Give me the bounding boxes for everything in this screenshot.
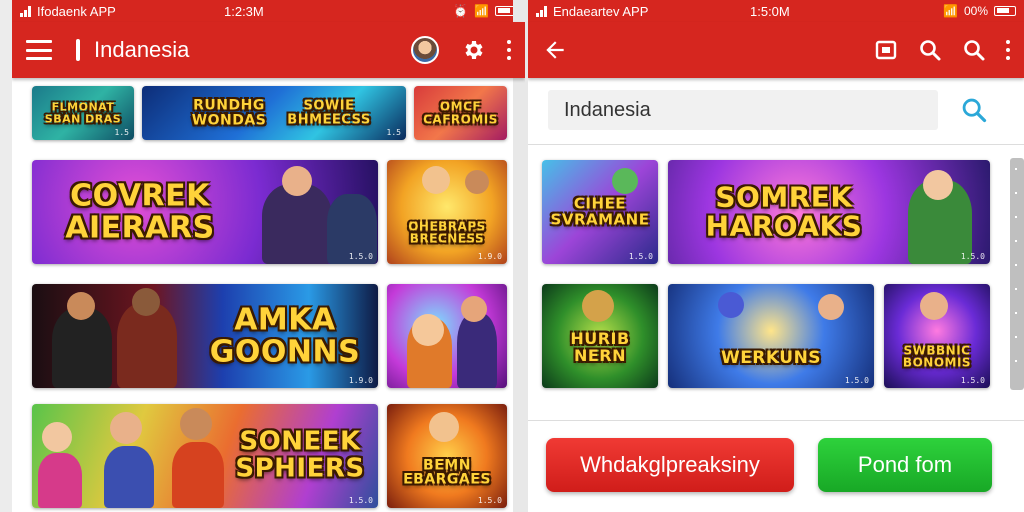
game-title: WERKUNS [720,347,822,368]
game-version: 1.5.0 [477,496,502,505]
game-tile[interactable]: BEMN EBARGAES 1.5.0 [387,404,507,508]
scrollbar[interactable] [1010,158,1024,390]
game-tile[interactable]: OHEBRAPS BRECNESS 1.9.0 [387,160,507,264]
battery-percent: 00% [963,4,988,18]
kebab-icon[interactable] [1006,40,1010,60]
divider [528,420,1024,421]
game-tile[interactable]: RUNDHG WONDAS SOWIE BHMEECSS 1.5 [142,86,406,140]
game-tile[interactable]: FLMONAT SBAN DRAS 1.5 [32,86,134,140]
game-tile[interactable]: WERKUNS 1.5.0 [668,284,874,388]
avatar[interactable] [411,36,439,64]
game-title: SONEEK SPHIERS [235,426,365,484]
status-bar: Endaeartev APP 1:5:0M 📶 00% [528,0,1024,22]
game-title: CIHEE SVRAMANE [550,194,650,228]
screen-icon[interactable] [874,38,898,62]
game-version: 1.5 [386,128,401,137]
app-title: Indanesia [94,37,190,62]
game-tile[interactable]: SONEEK SPHIERS 1.5.0 [32,404,378,508]
game-tile[interactable]: COVREK AIERARS 1.5.0 [32,160,378,264]
game-title: OMCF CAFROMIS [423,99,498,126]
game-title: SWBBNIC BONOMIS [902,343,972,370]
screenshot-stage: Ifodaenk APP 1:2:3M ⏰ 📶 Indanesia FLMONA… [0,0,1024,512]
right-phone-screen: Endaeartev APP 1:5:0M 📶 00% Indanesia CI… [528,0,1024,512]
game-tile[interactable]: AMKA GOONNS 1.9.0 [32,284,378,388]
game-title: SOWIE BHMEECSS [287,98,371,127]
kebab-icon[interactable] [507,40,511,60]
game-version: 1.5 [114,128,129,137]
secondary-action-button[interactable]: Pond fom [818,438,992,492]
game-version: 1.5.0 [628,252,653,261]
signal-icon [20,5,31,17]
search-icon[interactable] [918,38,942,62]
game-title: COVREK AIERARS [65,178,215,245]
game-version: 1.5.0 [348,252,373,261]
hamburger-icon[interactable] [26,40,52,60]
game-version: 1.5.0 [960,376,985,385]
search-input[interactable]: Indanesia [548,90,938,130]
game-tile[interactable] [387,284,507,388]
game-tile[interactable]: SWBBNIC BONOMIS 1.5.0 [884,284,990,388]
arrow-left-icon[interactable] [542,37,568,63]
game-version: 1.9.0 [477,252,502,261]
game-title: AMKA GOONNS [209,302,361,369]
divider [528,144,1024,145]
status-app-label: Endaeartev APP [553,3,649,19]
alarm-icon: ⏰ [453,4,469,18]
wifi-icon: 📶 [943,4,958,18]
wifi-icon: 📶 [474,4,489,18]
title-marker [76,39,80,61]
game-version: 1.5.0 [960,252,985,261]
signal-icon [536,5,547,17]
game-tile[interactable]: OMCF CAFROMIS [414,86,507,140]
game-version: 1.5.0 [348,496,373,505]
game-version: 1.9.0 [348,376,373,385]
search-icon[interactable] [962,38,986,62]
game-title: HURIB NERN [570,329,630,366]
battery-icon [994,6,1016,16]
status-time: 1:5:0M [750,3,790,19]
primary-action-button[interactable]: Whdakglpreaksiny [546,438,794,492]
status-app-label: Ifodaenk APP [37,3,116,19]
left-phone-screen: Ifodaenk APP 1:2:3M ⏰ 📶 Indanesia FLMONA… [12,0,525,512]
status-time: 1:2:3M [224,3,264,19]
game-title: BEMN EBARGAES [403,456,491,488]
game-tile[interactable]: HURIB NERN [542,284,658,388]
gear-icon[interactable] [461,38,485,62]
game-tile[interactable]: CIHEE SVRAMANE 1.5.0 [542,160,658,264]
game-title: OHEBRAPS BRECNESS [408,219,486,246]
game-title: SOMREK HAROAKS [705,180,863,243]
app-bar: Indanesia [12,22,525,78]
game-tile[interactable]: SOMREK HAROAKS 1.5.0 [668,160,990,264]
status-bar: Ifodaenk APP 1:2:3M ⏰ 📶 [12,0,525,22]
game-version: 1.5.0 [844,376,869,385]
game-title: FLMONAT SBAN DRAS [44,100,122,125]
search-icon[interactable] [960,96,988,129]
app-bar [528,22,1024,78]
